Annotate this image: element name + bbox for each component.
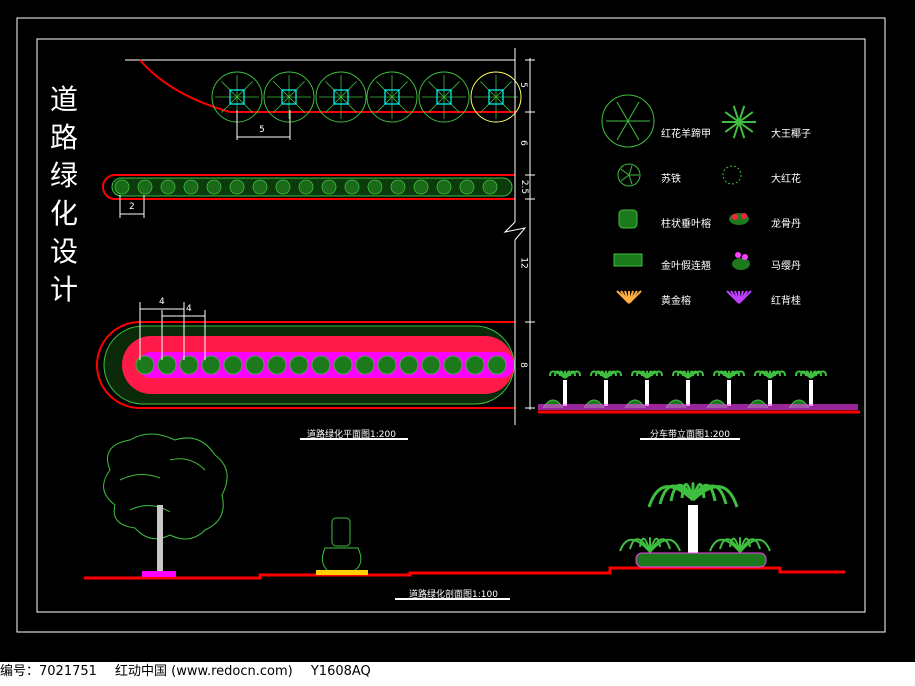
round-tree-icon	[263, 71, 315, 123]
caption-elevation: 分车带立面图1:200	[650, 430, 730, 440]
elevation-palm-icon	[624, 370, 663, 409]
hibiscus-icon	[722, 165, 742, 185]
ficus-icon	[618, 209, 638, 229]
shrub-icon	[436, 179, 452, 195]
road-edge-curve	[139, 59, 515, 113]
bed-plant-icon	[333, 355, 353, 375]
title-char: 计	[50, 273, 79, 306]
bed-plant-icon	[355, 355, 375, 375]
purple-shrub-icon	[726, 290, 752, 304]
shrub-icon	[344, 179, 360, 195]
shrub-icon	[390, 179, 406, 195]
shrub-icon	[275, 179, 291, 195]
bed-plant-icon	[399, 355, 419, 375]
title-char: 绿	[50, 159, 79, 192]
elevation-palm-icon	[747, 370, 786, 409]
caption-plan: 道路绿化平面图1:200	[307, 430, 396, 440]
legend-label: 红花羊蹄甲	[661, 129, 711, 140]
bed-plant-icon	[267, 355, 287, 375]
bed-plant-icon	[465, 355, 485, 375]
footer-id: 编号：7021751	[0, 664, 97, 679]
cycad-icon	[617, 163, 641, 187]
footer-code: Y1608AQ	[310, 664, 371, 679]
title-char: 化	[50, 197, 79, 230]
dim-section-25: 2.5	[519, 179, 530, 195]
legend-label: 大王椰子	[771, 129, 811, 140]
legend-label: 黄金榕	[661, 296, 691, 307]
title-char: 设	[50, 235, 79, 268]
legend-label: 金叶假连翘	[661, 261, 711, 272]
title-char: 路	[50, 121, 79, 154]
shrub-icon	[459, 179, 475, 195]
shrub-icon	[206, 179, 222, 195]
round-tree-icon	[470, 71, 522, 123]
round-tree-icon	[315, 71, 367, 123]
dim-flower-b: 4	[186, 304, 192, 314]
legend-label: 大红花	[771, 174, 801, 185]
bed-plant-icon	[443, 355, 463, 375]
footer-bar: 编号：7021751 红动中国 (www.redocn.com) Y1608AQ	[0, 662, 915, 686]
legend-label: 龙骨丹	[771, 219, 801, 230]
dim-section-8: 8	[517, 362, 528, 368]
shrub-icon	[137, 179, 153, 195]
bed-plant-icon	[377, 355, 397, 375]
shrub-icon	[229, 179, 245, 195]
elevation-palm-icon	[665, 370, 704, 409]
palm-trunk	[688, 505, 698, 553]
legend-label: 马缨丹	[771, 261, 801, 272]
bed-plants	[135, 355, 507, 375]
bed-plant-icon	[179, 355, 199, 375]
hedge-icon	[613, 253, 643, 267]
dim-tree-spacing: 5	[259, 125, 265, 135]
cad-drawing	[16, 17, 886, 633]
section-tree	[103, 433, 228, 540]
shrub-icon	[183, 179, 199, 195]
round-tree-icon	[366, 71, 418, 123]
bed-plant-icon	[421, 355, 441, 375]
elevation-palm-icon	[583, 370, 622, 409]
legend-label: 柱状垂叶榕	[661, 219, 711, 230]
hedge-shrubs	[114, 179, 498, 195]
dim-flower-a: 4	[159, 297, 165, 307]
tree-row	[211, 71, 522, 123]
legend-label: 苏铁	[661, 174, 681, 185]
bed-plant-icon	[245, 355, 265, 375]
dim-section-5: 5	[517, 82, 528, 88]
caption-section: 道路绿化剖面图1:100	[409, 590, 498, 600]
shrub-icon	[252, 179, 268, 195]
bed-plant-icon	[223, 355, 243, 375]
elevation-palm-icon	[706, 370, 745, 409]
shrub-icon	[298, 179, 314, 195]
red-shrub-icon	[729, 213, 749, 225]
shrub-icon	[367, 179, 383, 195]
elevation-palm-icon	[542, 370, 581, 409]
section-palm-group	[619, 482, 771, 568]
elevation-view	[542, 370, 827, 409]
elevation-palm-icon	[788, 370, 827, 409]
shrub-icon	[114, 179, 130, 195]
shrub-icon	[413, 179, 429, 195]
bed-plant-icon	[135, 355, 155, 375]
shrub-icon	[160, 179, 176, 195]
palm-icon	[722, 105, 756, 139]
legend-label: 红背桂	[771, 296, 801, 307]
footer-site: 红动中国 (www.redocn.com)	[115, 664, 293, 679]
shrub-icon	[321, 179, 337, 195]
round-tree-icon	[418, 71, 470, 123]
tree-round-icon	[601, 94, 655, 148]
title-char: 道	[50, 83, 79, 116]
dim-shrub-spacing: 2	[129, 202, 135, 212]
shrub-icon	[482, 179, 498, 195]
section-shrub	[321, 517, 362, 573]
bed-plant-icon	[289, 355, 309, 375]
bed-plant-icon	[311, 355, 331, 375]
bed-plant-icon	[487, 355, 507, 375]
dim-section-12: 12	[518, 257, 529, 269]
bed-plant-icon	[157, 355, 177, 375]
dim-section-6: 6	[517, 140, 528, 146]
section-ground-line	[84, 566, 845, 580]
lantana-icon	[732, 252, 750, 270]
golden-ficus-icon	[616, 290, 642, 304]
